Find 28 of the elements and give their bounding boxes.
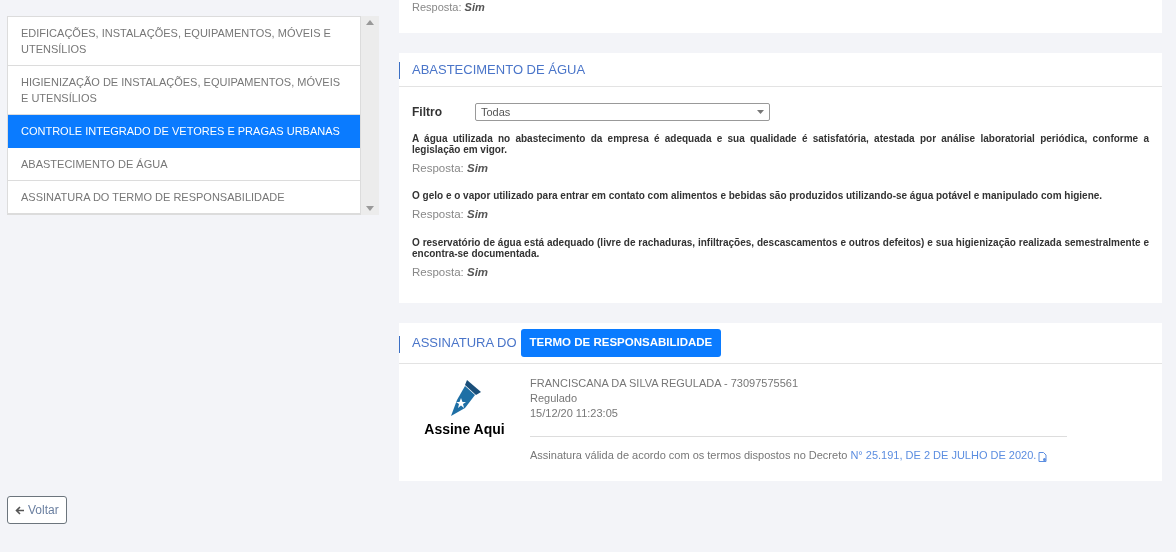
pen-logo: Assine Aqui: [399, 375, 530, 464]
answer-text: Resposta: Sim: [412, 264, 490, 280]
legal-note: Assinatura válida de acordo com os termos dispostos no Decreto N° 25.191, DE 2 DE JULHO DE 2020.: [530, 447, 1037, 463]
scrollbar[interactable]: [361, 16, 379, 215]
decree-link[interactable]: N° 25.191, DE 2 DE JULHO DE 2020.: [850, 448, 1037, 461]
scroll-up-icon[interactable]: [366, 20, 374, 25]
answer-text: Resposta: Sim: [412, 161, 490, 176]
answer-text: Resposta: Sim: [412, 207, 490, 223]
accent-bar: [399, 335, 400, 353]
question-text: O reservatório de água está adequado (livre de rachaduras, infiltrações, descascamentos e outros defeitos) e sua higienização realizada semestralmente e encontra-se documentada.: [412, 236, 1149, 259]
signer-role: Regulado: [530, 390, 579, 406]
document-icon[interactable]: [1038, 451, 1049, 462]
section-title: ABASTECIMENTO DE ÁGUA: [412, 60, 586, 79]
section-title: ASSINATURA DO: [412, 334, 517, 352]
sidebar-item[interactable]: CONTROLE INTEGRADO DE VETORES E PRAGAS URBANAS: [8, 115, 360, 148]
filter-dropdown[interactable]: Todas: [475, 103, 770, 121]
answer-text: Resposta: Sim: [412, 1, 485, 14]
question-text: A água utilizada no abastecimento da empresa é adequada e sua qualidade é satisfatória, atestada por análise laboratorial periódica, conforme a legislação em vigor.: [412, 133, 1149, 155]
back-arrow-icon: [15, 505, 25, 515]
accent-bar: [399, 62, 400, 79]
filter-label: Filtro: [412, 104, 443, 121]
back-button[interactable]: Voltar: [7, 496, 67, 524]
signer-name: FRANCISCANA DA SILVA REGULADA - 73097575561: [530, 375, 799, 391]
scroll-down-icon[interactable]: [366, 206, 374, 211]
signature-timestamp: 15/12/20 11:23:05: [530, 405, 619, 421]
question-text: O gelo e o vapor utilizado para entrar em contato com alimentos e bebidas são produzidos utilizando-se água potável e manipulado com higiene.: [412, 190, 1104, 202]
caret-icon: [757, 110, 764, 114]
term-button[interactable]: TERMO DE RESPONSABILIDADE: [520, 328, 722, 357]
